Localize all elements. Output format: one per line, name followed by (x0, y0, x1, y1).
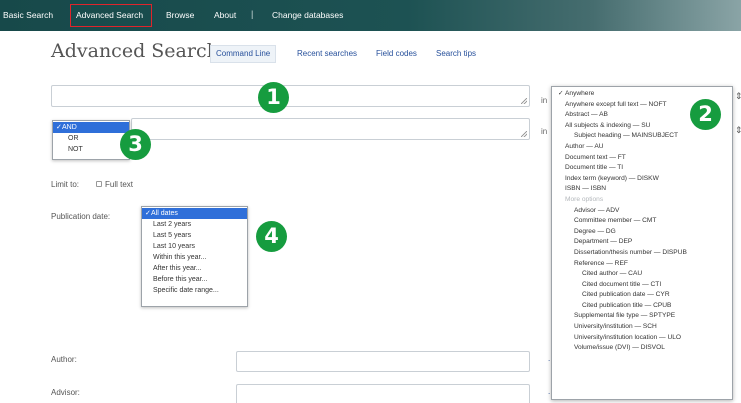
date-option-last-5-years[interactable]: Last 5 years (142, 230, 247, 241)
field-option-cti[interactable]: Cited document title — CTI (552, 280, 732, 291)
callout-badge-3: 3 (120, 129, 151, 160)
date-option-last-2-years[interactable]: Last 2 years (142, 219, 247, 230)
operator-option-and[interactable]: ✓AND (53, 122, 129, 133)
field-option-cau[interactable]: Cited author — CAU (552, 269, 732, 280)
field-option-au[interactable]: Author — AU (552, 142, 732, 153)
field-option-dispub[interactable]: Dissertation/thesis number — DISPUB (552, 248, 732, 259)
resize-grip-icon[interactable] (521, 98, 527, 104)
full-text-checkbox[interactable] (96, 181, 102, 187)
resize-grip-icon[interactable] (521, 131, 527, 137)
publication-date-label: Publication date: (51, 212, 111, 221)
field-group-more-options: More options (565, 195, 604, 203)
top-nav-bar: Basic Search Advanced Search Browse Abou… (0, 0, 741, 31)
operator-option-not[interactable]: NOT (53, 144, 129, 155)
page-title: Advanced Search (51, 40, 219, 62)
date-option-within-this-year[interactable]: Within this year... (142, 252, 247, 263)
field-option-dep[interactable]: Department — DEP (552, 237, 732, 248)
advisor-label: Advisor: (51, 388, 80, 397)
in-label-2: in (541, 127, 548, 136)
nav-separator: | (251, 9, 254, 19)
search-term-input-1[interactable] (51, 85, 530, 107)
search-tips-link[interactable]: Search tips (436, 49, 476, 58)
field-option-mainsubject[interactable]: Subject heading — MAINSUBJECT (552, 131, 732, 142)
select-arrows-icon[interactable]: ⇕ (735, 125, 741, 136)
author-label: Author: (51, 355, 77, 364)
command-line-tab[interactable]: Command Line (210, 45, 277, 63)
field-option-diskw[interactable]: Index term (keyword) — DISKW (552, 174, 732, 185)
full-text-label: Full text (105, 180, 134, 189)
check-icon: ✓ (558, 90, 564, 97)
field-option-ft[interactable]: Document text — FT (552, 153, 732, 164)
nav-browse[interactable]: Browse (166, 10, 194, 20)
field-option-anywhere[interactable]: ✓Anywhere (552, 89, 732, 100)
field-option-dg[interactable]: Degree — DG (552, 227, 732, 238)
nav-about[interactable]: About (214, 10, 236, 20)
advanced-search-highlight (70, 4, 152, 27)
recent-searches-link[interactable]: Recent searches (297, 49, 357, 58)
field-option-isbn[interactable]: ISBN — ISBN (552, 184, 732, 195)
field-option-ref[interactable]: Reference — REF (552, 259, 732, 270)
callout-badge-1: 1 (258, 82, 289, 113)
date-option-after-this-year[interactable]: After this year... (142, 263, 247, 274)
field-code-menu[interactable]: ✓Anywhere Anywhere except full text — NO… (551, 86, 733, 400)
callout-badge-2: 2 (690, 99, 721, 130)
nav-change-databases[interactable]: Change databases (272, 10, 343, 20)
field-option-ti[interactable]: Document title — TI (552, 163, 732, 174)
date-option-specific-range[interactable]: Specific date range... (142, 285, 247, 296)
nav-basic-search[interactable]: Basic Search (3, 10, 53, 20)
author-row-edge-glyph: · (548, 356, 551, 365)
field-option-ulo[interactable]: University/institution location — ULO (552, 333, 732, 344)
field-option-disvol[interactable]: Volume/issue (DVI) — DISVOL (552, 343, 732, 354)
limit-to-label: Limit to: (51, 180, 80, 189)
publication-date-menu[interactable]: ✓All dates Last 2 years Last 5 years Las… (141, 206, 248, 307)
field-option-sch[interactable]: University/institution — SCH (552, 322, 732, 333)
search-term-input-2[interactable] (131, 118, 530, 140)
in-label-1: in (541, 96, 548, 105)
date-option-last-10-years[interactable]: Last 10 years (142, 241, 247, 252)
field-option-adv[interactable]: Advisor — ADV (552, 206, 732, 217)
callout-badge-4: 4 (256, 221, 287, 252)
field-option-sptype[interactable]: Supplemental file type — SPTYPE (552, 311, 732, 322)
author-input[interactable] (236, 351, 530, 372)
select-arrows-icon[interactable]: ⇕ (735, 91, 741, 102)
field-option-cmt[interactable]: Committee member — CMT (552, 216, 732, 227)
date-option-all-dates[interactable]: ✓All dates (142, 208, 247, 219)
boolean-operator-menu[interactable]: ✓AND OR NOT (52, 120, 130, 160)
advisor-row-edge-glyph: · (548, 389, 551, 398)
date-option-before-this-year[interactable]: Before this year... (142, 274, 247, 285)
field-codes-link[interactable]: Field codes (376, 49, 417, 58)
advisor-input[interactable] (236, 384, 530, 403)
field-option-cyr[interactable]: Cited publication date — CYR (552, 290, 732, 301)
field-option-cpub[interactable]: Cited publication title — CPUB (552, 301, 732, 312)
operator-option-or[interactable]: OR (53, 133, 129, 144)
